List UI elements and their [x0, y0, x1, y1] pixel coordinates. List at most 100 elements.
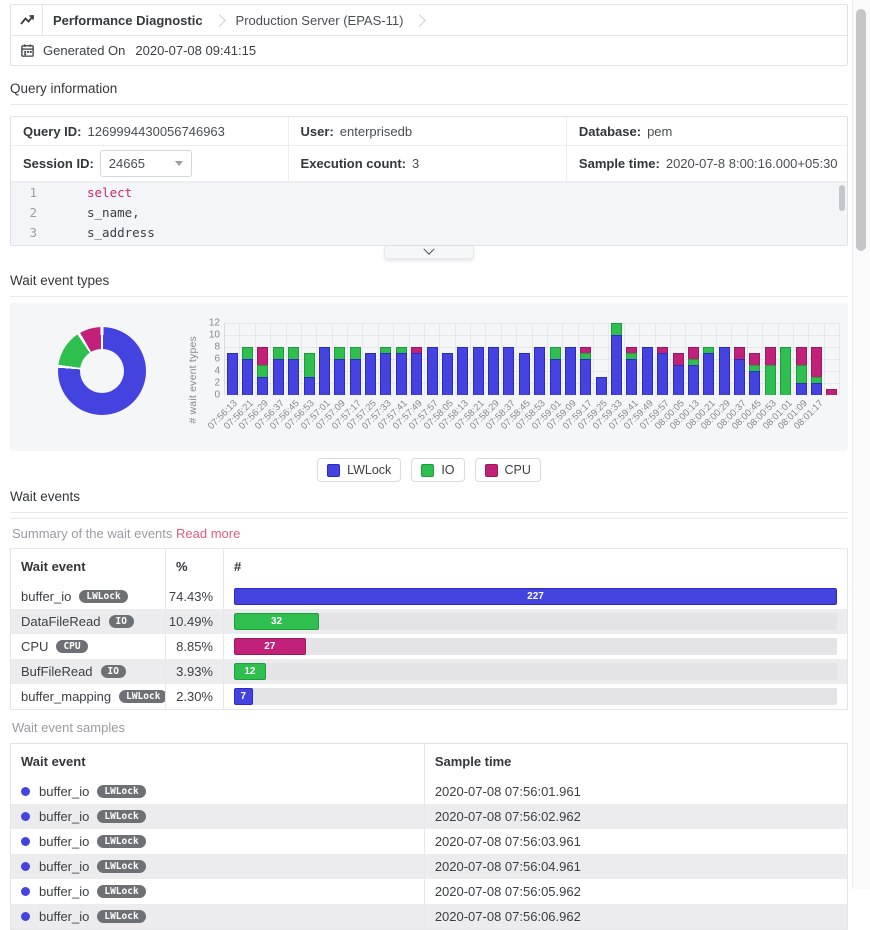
- bar-segment-lwlock[interactable]: [227, 353, 238, 395]
- bar-stack[interactable]: [796, 347, 807, 395]
- bar-segment-lwlock[interactable]: [473, 347, 484, 395]
- bar-segment-lwlock[interactable]: [642, 347, 653, 395]
- bar-segment-io[interactable]: [780, 347, 791, 395]
- bar-segment-cpu[interactable]: [796, 347, 807, 365]
- bar-stack[interactable]: [442, 353, 453, 395]
- bar-segment-lwlock[interactable]: [427, 347, 438, 395]
- bar-segment-lwlock[interactable]: [734, 359, 745, 395]
- bar-segment-lwlock[interactable]: [688, 365, 699, 395]
- bar-stack[interactable]: [826, 389, 837, 395]
- bar-stack[interactable]: [396, 347, 407, 395]
- bar-segment-lwlock[interactable]: [380, 353, 391, 395]
- legend-chip-cpu[interactable]: CPU: [475, 458, 541, 482]
- legend-chip-lwlock[interactable]: LWLock: [317, 458, 401, 482]
- bar-segment-lwlock[interactable]: [257, 377, 268, 395]
- bar-stack[interactable]: [611, 323, 622, 395]
- bar-stack[interactable]: [257, 347, 268, 395]
- bar-segment-io[interactable]: [550, 347, 561, 359]
- bar-segment-lwlock[interactable]: [350, 359, 361, 395]
- bar-stack[interactable]: [550, 347, 561, 395]
- bar-stack[interactable]: [811, 347, 822, 395]
- bar-stack[interactable]: [350, 347, 361, 395]
- bar-segment-lwlock[interactable]: [411, 353, 422, 395]
- page-scrollbar[interactable]: [852, 0, 870, 889]
- bar-stack[interactable]: [734, 347, 745, 395]
- bar-segment-io[interactable]: [796, 365, 807, 383]
- bar-stack[interactable]: [334, 347, 345, 395]
- bar-segment-lwlock[interactable]: [626, 359, 637, 395]
- bar-stack[interactable]: [749, 353, 760, 395]
- bar-segment-lwlock[interactable]: [396, 353, 407, 395]
- bar-stack[interactable]: [503, 347, 514, 395]
- count-bar-fill[interactable]: 227: [234, 588, 837, 605]
- bar-stack[interactable]: [319, 347, 330, 395]
- bar-segment-io[interactable]: [765, 365, 776, 395]
- bar-stack[interactable]: [304, 353, 315, 395]
- bar-segment-lwlock[interactable]: [534, 347, 545, 395]
- bar-stack[interactable]: [703, 347, 714, 395]
- bar-segment-lwlock[interactable]: [242, 359, 253, 395]
- bar-segment-lwlock[interactable]: [319, 347, 330, 395]
- sql-scrollbar-thumb[interactable]: [839, 185, 845, 211]
- bar-stack[interactable]: [580, 347, 591, 395]
- bar-segment-io[interactable]: [304, 353, 315, 377]
- count-bar-fill[interactable]: 32: [234, 613, 319, 630]
- bar-stack[interactable]: [411, 347, 422, 395]
- bar-segment-io[interactable]: [288, 347, 299, 359]
- bar-segment-io[interactable]: [334, 347, 345, 359]
- bar-stack[interactable]: [642, 347, 653, 395]
- count-bar-fill[interactable]: 27: [234, 638, 306, 655]
- bar-stack[interactable]: [427, 347, 438, 395]
- bar-stack[interactable]: [380, 347, 391, 395]
- bar-stack[interactable]: [596, 377, 607, 395]
- bar-segment-lwlock[interactable]: [811, 383, 822, 395]
- wait-event-types-donut-chart[interactable]: [58, 327, 146, 415]
- bar-segment-cpu[interactable]: [734, 347, 745, 359]
- sql-query-viewer[interactable]: 1select2s_name,3s_address4from: [11, 182, 847, 245]
- bar-stack[interactable]: [765, 347, 776, 395]
- bar-segment-lwlock[interactable]: [749, 371, 760, 395]
- bar-segment-cpu[interactable]: [673, 353, 684, 365]
- bar-segment-lwlock[interactable]: [334, 359, 345, 395]
- bar-segment-lwlock[interactable]: [580, 359, 591, 395]
- bar-segment-cpu[interactable]: [765, 347, 776, 365]
- bar-segment-io[interactable]: [242, 347, 253, 359]
- bar-stack[interactable]: [365, 353, 376, 395]
- bar-stack[interactable]: [534, 347, 545, 395]
- bar-segment-lwlock[interactable]: [796, 383, 807, 395]
- bar-segment-lwlock[interactable]: [457, 347, 468, 395]
- count-bar-fill[interactable]: 12: [234, 663, 266, 680]
- bar-segment-lwlock[interactable]: [288, 359, 299, 395]
- bar-segment-io[interactable]: [350, 347, 361, 359]
- bar-segment-lwlock[interactable]: [565, 347, 576, 395]
- bar-stack[interactable]: [688, 347, 699, 395]
- bar-stack[interactable]: [457, 347, 468, 395]
- bar-segment-lwlock[interactable]: [442, 353, 453, 395]
- bar-stack[interactable]: [227, 353, 238, 395]
- bar-segment-io[interactable]: [257, 365, 268, 377]
- expand-sql-button[interactable]: [384, 246, 474, 259]
- bar-stack[interactable]: [288, 347, 299, 395]
- bar-segment-lwlock[interactable]: [673, 365, 684, 395]
- bar-stack[interactable]: [242, 347, 253, 395]
- bar-segment-cpu[interactable]: [811, 347, 822, 377]
- bar-segment-lwlock[interactable]: [719, 347, 730, 395]
- bar-segment-lwlock[interactable]: [365, 353, 376, 395]
- bar-segment-lwlock[interactable]: [703, 353, 714, 395]
- bar-segment-lwlock[interactable]: [488, 347, 499, 395]
- bar-segment-lwlock[interactable]: [611, 335, 622, 395]
- bar-segment-cpu[interactable]: [826, 389, 837, 395]
- bar-segment-lwlock[interactable]: [503, 347, 514, 395]
- bar-stack[interactable]: [673, 353, 684, 395]
- bar-stack[interactable]: [488, 347, 499, 395]
- bar-stack[interactable]: [719, 347, 730, 395]
- bar-segment-lwlock[interactable]: [657, 353, 668, 395]
- bar-segment-lwlock[interactable]: [550, 359, 561, 395]
- bar-segment-lwlock[interactable]: [304, 377, 315, 395]
- bar-stack[interactable]: [780, 347, 791, 395]
- bar-stack[interactable]: [626, 347, 637, 395]
- bar-stack[interactable]: [565, 347, 576, 395]
- legend-chip-io[interactable]: IO: [411, 458, 464, 482]
- bar-segment-lwlock[interactable]: [519, 353, 530, 395]
- bar-segment-cpu[interactable]: [749, 353, 760, 365]
